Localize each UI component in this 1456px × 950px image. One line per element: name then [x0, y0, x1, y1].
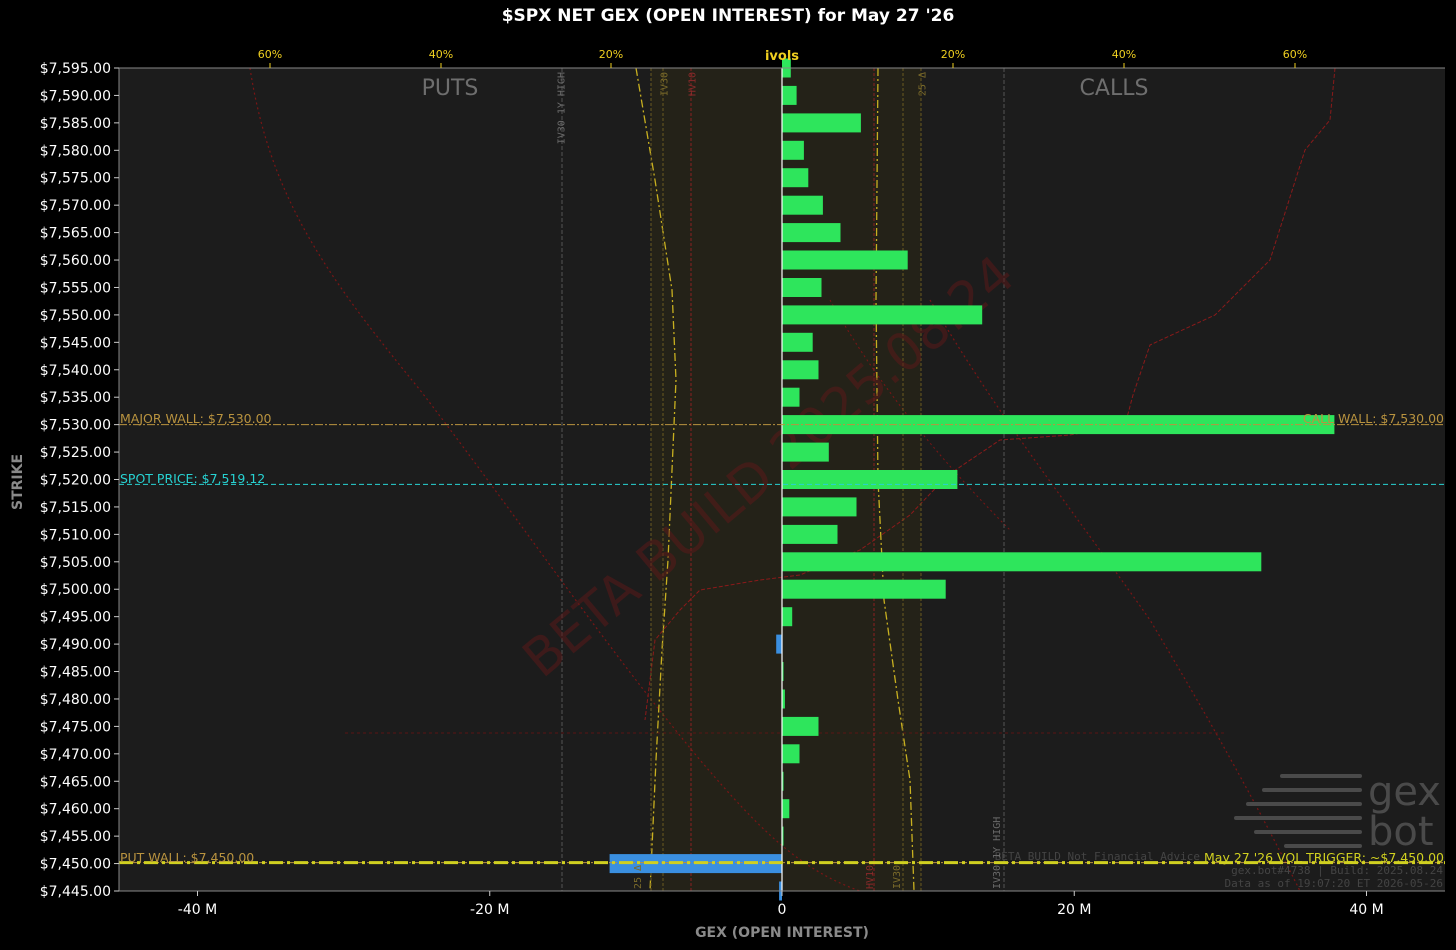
vline-label-hv10-right: HV10: [865, 865, 876, 889]
y-tick-label: $7,515.00: [40, 500, 111, 516]
top-tick-label: 20%: [599, 48, 623, 61]
bar-7535: [782, 387, 800, 407]
vline-label-iv30-right: IV30: [892, 865, 903, 889]
bar-7550: [782, 305, 983, 325]
vline-label-iv30-left: IV30: [659, 72, 670, 96]
y-tick-label: $7,500.00: [40, 582, 111, 598]
bar-7590: [782, 85, 797, 105]
y-tick-label: $7,585.00: [40, 116, 111, 132]
bar-7505: [782, 552, 1262, 572]
y-tick-label: $7,495.00: [40, 610, 111, 626]
bar-7470: [782, 744, 800, 764]
y-tick-label: $7,505.00: [40, 555, 111, 571]
bar-7490: [776, 634, 782, 654]
top-axis-label: ivols: [765, 49, 799, 64]
y-tick-label: $7,480.00: [40, 692, 111, 708]
bar-7500: [782, 579, 946, 599]
y-tick-label: $7,475.00: [40, 719, 111, 735]
bar-7580: [782, 140, 804, 160]
ylabel: STRIKE: [10, 454, 26, 510]
x-tick-label: 0: [778, 902, 787, 918]
vline-label-iv30-1y-high-right: IV30 1Y HIGH: [992, 817, 1003, 889]
bar-7545: [782, 332, 813, 352]
bar-7520: [782, 470, 958, 489]
top-tick-label: 60%: [1283, 48, 1307, 61]
y-tick-label: $7,460.00: [40, 802, 111, 818]
bar-7555: [782, 278, 822, 297]
x-tick-label: 20 M: [1057, 902, 1091, 918]
gex-chart: BETA BUILD 2025.08.24 $7,595.00$7,590.00…: [10, 48, 1445, 941]
y-tick-label: $7,560.00: [40, 253, 111, 269]
y-tick-label: $7,540.00: [40, 363, 111, 379]
call-wall-label: CALL WALL: $7,530.00: [1303, 411, 1444, 426]
bar-7540: [782, 360, 819, 380]
bar-7510: [782, 524, 838, 544]
y-tick-label: $7,470.00: [40, 747, 111, 763]
top-tick-label: 60%: [258, 48, 282, 61]
y-tick-label: $7,545.00: [40, 335, 111, 351]
y-tick-label: $7,535.00: [40, 390, 111, 406]
y-tick-label: $7,525.00: [40, 445, 111, 461]
major-wall-label: MAJOR WALL: $7,530.00: [120, 411, 272, 426]
puts-label: PUTS: [422, 76, 479, 101]
data-asof-text: Data as of 19:07:20 ET 2026-05-26: [1224, 877, 1443, 890]
logo-bot-text: bot: [1368, 809, 1434, 855]
y-tick-label: $7,510.00: [40, 527, 111, 543]
y-tick-label: $7,565.00: [40, 226, 111, 242]
bar-7570: [782, 195, 823, 215]
bar-7495: [782, 607, 793, 627]
y-tick-label: $7,490.00: [40, 637, 111, 653]
top-tick-label: 40%: [1112, 48, 1136, 61]
spot-price-label: SPOT PRICE: $7,519.12: [120, 471, 265, 486]
bar-7515: [782, 497, 857, 517]
y-tick-label: $7,445.00: [40, 884, 111, 900]
top-tick-label: 40%: [429, 48, 453, 61]
bar-7565: [782, 223, 841, 243]
y-tick-label: $7,465.00: [40, 774, 111, 790]
x-tick-label: 40 M: [1349, 902, 1383, 918]
xlabel: GEX (OPEN INTEREST): [695, 925, 869, 941]
vline-label-hv10-left: HV10: [687, 72, 698, 96]
top-tick-label: 20%: [941, 48, 965, 61]
bar-7460: [782, 799, 790, 819]
y-tick-label: $7,530.00: [40, 418, 111, 434]
y-tick-label: $7,455.00: [40, 829, 111, 845]
x-tick-label: -20 M: [470, 902, 509, 918]
x-tick-label: -40 M: [178, 902, 217, 918]
y-tick-label: $7,595.00: [40, 61, 111, 77]
bar-7575: [782, 168, 809, 188]
y-tick-label: $7,590.00: [40, 88, 111, 104]
vline-label-25delta-right: 25 Δ: [917, 72, 928, 96]
y-tick-label: $7,555.00: [40, 280, 111, 296]
bar-7525: [782, 442, 829, 462]
bar-7585: [782, 113, 861, 133]
y-tick-label: $7,580.00: [40, 143, 111, 159]
build-text: gex.bot#4738 | Build: 2025.08.24: [1231, 864, 1443, 877]
calls-label: CALLS: [1080, 76, 1149, 101]
y-tick-label: $7,550.00: [40, 308, 111, 324]
y-tick-label: $7,485.00: [40, 665, 111, 681]
put-wall-label: PUT WALL: $7,450.00: [120, 850, 254, 865]
vline-label-iv30-1y-high-left: IV30 1Y HIGH: [556, 72, 567, 144]
y-tick-label: $7,520.00: [40, 473, 111, 489]
bar-7475: [782, 716, 819, 736]
y-tick-label: $7,450.00: [40, 857, 111, 873]
disclaimer-text: BETA BUILD Not Financial Advice: [995, 850, 1200, 863]
vline-label-25delta-left: 25 Δ: [633, 865, 644, 889]
bar-7560: [782, 250, 908, 270]
y-tick-label: $7,575.00: [40, 171, 111, 187]
y-tick-label: $7,570.00: [40, 198, 111, 214]
